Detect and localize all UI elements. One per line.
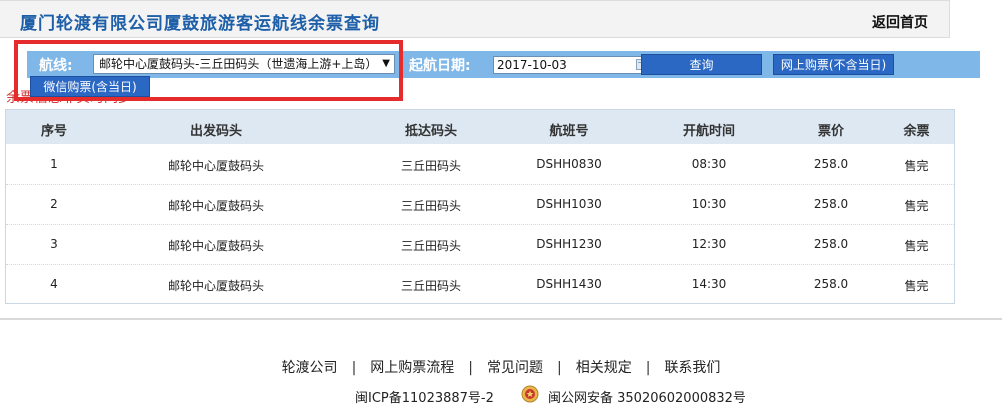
cell-price: 258.0: [813, 157, 849, 171]
footer-divider: [0, 318, 1002, 320]
cell-flight-no: DSHH1230: [536, 237, 602, 251]
query-button[interactable]: 查询: [641, 54, 762, 75]
header-index: 序号: [40, 124, 67, 139]
cell-index: 3: [50, 237, 58, 251]
route-select[interactable]: 邮轮中心厦鼓码头-三丘田码头（世遗海上游+上岛） ▼: [93, 54, 395, 74]
cell-departure-time: 10:30: [691, 197, 727, 211]
page-header: 厦门轮渡有限公司厦鼓旅游客运航线余票查询 返回首页: [0, 0, 950, 38]
wechat-purchase-button[interactable]: 微信购票(含当日): [30, 76, 150, 97]
police-badge-icon: [521, 385, 539, 403]
cell-arrival: 三丘田码头: [400, 279, 461, 293]
header-departure: 出发码头: [189, 124, 242, 139]
footer-link-contact[interactable]: 联系我们: [664, 360, 720, 376]
cell-price: 258.0: [813, 197, 849, 211]
header-departure-time: 开航时间: [682, 124, 735, 139]
footer-separator: |: [645, 360, 651, 376]
icp-record[interactable]: 闽ICP备11023887号-2: [355, 387, 494, 406]
cell-index: 4: [50, 277, 58, 291]
cell-index: 2: [50, 197, 58, 211]
cell-price: 258.0: [813, 277, 849, 291]
page-title: 厦门轮渡有限公司厦鼓旅游客运航线余票查询: [20, 14, 380, 34]
table-row: 2 邮轮中心厦鼓码头 三丘田码头 DSHH1030 10:30 258.0 售完: [6, 184, 954, 225]
footer-link-purchase-process[interactable]: 网上购票流程: [370, 360, 454, 376]
cell-price: 258.0: [813, 237, 849, 251]
cell-arrival: 三丘田码头: [400, 239, 461, 253]
cell-remaining: 售完: [904, 199, 929, 213]
search-bar: 航线: 邮轮中心厦鼓码头-三丘田码头（世遗海上游+上岛） ▼ 起航日期: 201…: [27, 51, 980, 78]
header-flight-no: 航班号: [549, 124, 589, 139]
cell-flight-no: DSHH1030: [536, 197, 602, 211]
cell-index: 1: [50, 157, 58, 171]
footer-separator: |: [351, 360, 357, 376]
cell-arrival: 三丘田码头: [400, 159, 461, 173]
cell-departure: 邮轮中心厦鼓码头: [167, 159, 264, 173]
header-arrival: 抵达码头: [404, 124, 457, 139]
footer-separator: |: [468, 360, 473, 376]
table-row: 4 邮轮中心厦鼓码头 三丘田码头 DSHH1430 14:30 258.0 售完: [6, 264, 954, 304]
online-purchase-button[interactable]: 网上购票(不含当日): [773, 54, 894, 75]
chevron-down-icon: ▼: [382, 58, 390, 69]
police-record[interactable]: 闽公网安备 35020602000832号: [548, 387, 746, 406]
header-price: 票价: [817, 124, 844, 139]
footer-separator: |: [557, 360, 562, 376]
cell-remaining: 售完: [904, 239, 929, 253]
cell-flight-no: DSHH1430: [536, 277, 602, 291]
footer-links: 轮渡公司 | 网上购票流程 | 常见问题 | 相关规定 | 联系我们: [0, 357, 1002, 377]
footer-link-regulations[interactable]: 相关规定: [576, 360, 632, 376]
route-label: 航线:: [39, 58, 73, 74]
cell-remaining: 售完: [904, 279, 929, 293]
cell-departure-time: 08:30: [691, 157, 727, 171]
table-header: 序号 出发码头 抵达码头 航班号 开航时间 票价 余票: [6, 110, 954, 144]
cell-remaining: 售完: [904, 159, 929, 173]
date-input-value: 2017-10-03: [497, 58, 567, 72]
cell-departure: 邮轮中心厦鼓码头: [167, 239, 264, 253]
table-row: 3 邮轮中心厦鼓码头 三丘田码头 DSHH1230 12:30 258.0 售完: [6, 224, 954, 265]
cell-arrival: 三丘田码头: [400, 199, 461, 213]
home-link[interactable]: 返回首页: [872, 12, 928, 32]
table-row: 1 邮轮中心厦鼓码头 三丘田码头 DSHH0830 08:30 258.0 售完: [6, 144, 954, 185]
date-label: 起航日期:: [409, 58, 471, 74]
header-remaining: 余票: [903, 124, 930, 139]
route-select-value: 邮轮中心厦鼓码头-三丘田码头（世遗海上游+上岛）: [99, 57, 378, 71]
cell-departure: 邮轮中心厦鼓码头: [167, 199, 264, 213]
cell-departure-time: 12:30: [691, 237, 727, 251]
cell-flight-no: DSHH0830: [536, 157, 602, 171]
cell-departure-time: 14:30: [691, 277, 727, 291]
date-input[interactable]: 2017-10-03: [493, 56, 653, 74]
footer-link-faq[interactable]: 常见问题: [487, 360, 543, 376]
ticket-table: 序号 出发码头 抵达码头 航班号 开航时间 票价 余票 1 邮轮中心厦鼓码头 三…: [5, 109, 955, 304]
footer-link-company[interactable]: 轮渡公司: [282, 360, 338, 376]
cell-departure: 邮轮中心厦鼓码头: [167, 279, 264, 293]
